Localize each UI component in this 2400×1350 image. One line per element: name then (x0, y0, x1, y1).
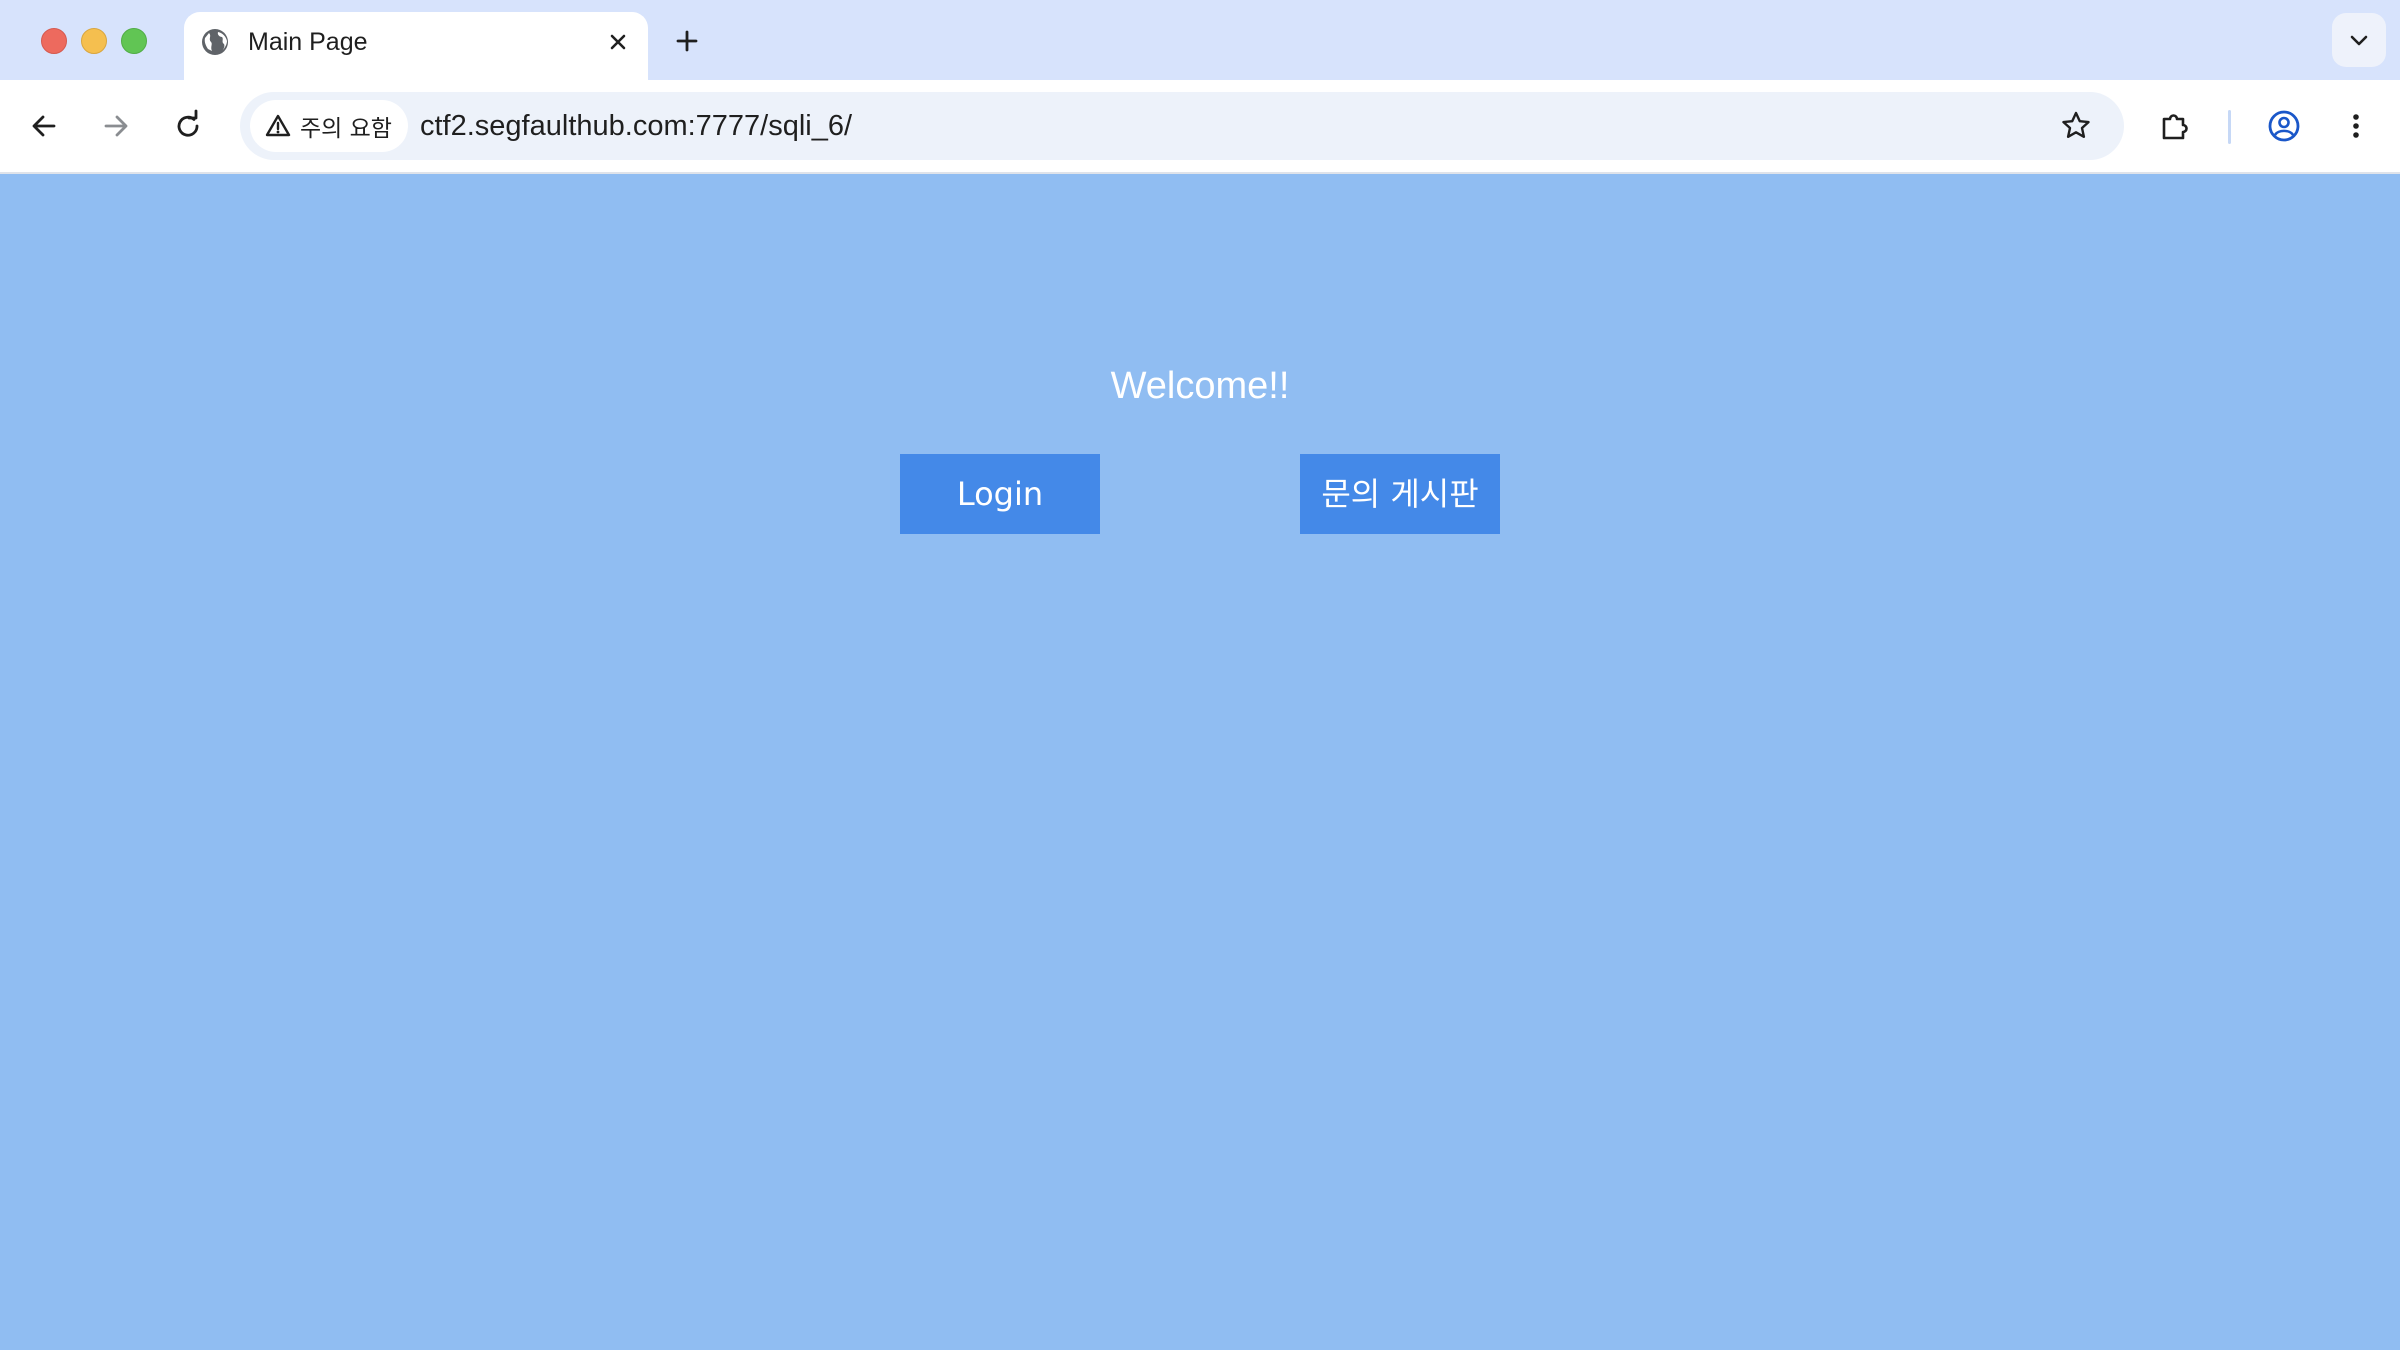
puzzle-icon (2162, 114, 2188, 140)
login-button[interactable]: Login (900, 454, 1100, 534)
menu-button[interactable] (2334, 104, 2378, 148)
maximize-window-button[interactable] (121, 28, 147, 54)
more-vert-icon (2353, 114, 2359, 138)
url-text[interactable]: ctf2.segfaulthub.com:7777/sqli_6/ (420, 108, 852, 144)
security-chip[interactable]: 주의 요함 (250, 100, 408, 152)
globe-icon (200, 27, 230, 57)
tab-main-page[interactable]: Main Page (184, 12, 648, 80)
minimize-window-button[interactable] (81, 28, 107, 54)
reload-button[interactable] (166, 104, 210, 148)
browser-toolbar: 주의 요함 ctf2.segfaulthub.com:7777/sqli_6/ (0, 80, 2400, 174)
toolbar-divider (2228, 110, 2231, 144)
page-content: Welcome!! Login 문의 게시판 (0, 174, 2400, 1350)
tab-close-icon[interactable] (602, 26, 634, 58)
browser-window: Main Page 주의 요함 ctf2.segfaulthub.com:777… (0, 0, 2400, 1350)
bookmark-star-icon[interactable] (2058, 108, 2094, 144)
chevron-down-icon (2350, 35, 2368, 46)
close-window-button[interactable] (41, 28, 67, 54)
tab-title: Main Page (248, 28, 368, 56)
welcome-heading: Welcome!! (1110, 365, 1290, 407)
new-tab-icon[interactable] (670, 24, 704, 58)
back-button[interactable] (22, 104, 66, 148)
warning-icon (265, 114, 291, 137)
reload-icon (177, 109, 199, 137)
tab-search-button[interactable] (2332, 13, 2386, 67)
arrow-right-icon (104, 115, 128, 137)
account-circle-icon (2268, 110, 2300, 142)
tab-strip: Main Page (0, 0, 2400, 80)
inquiry-board-button[interactable]: 문의 게시판 (1300, 454, 1500, 534)
profile-button[interactable] (2262, 104, 2306, 148)
extensions-button[interactable] (2154, 104, 2198, 148)
forward-button[interactable] (94, 104, 138, 148)
address-bar[interactable]: 주의 요함 ctf2.segfaulthub.com:7777/sqli_6/ (240, 92, 2124, 160)
arrow-left-icon (32, 115, 56, 137)
security-chip-label: 주의 요함 (300, 116, 392, 142)
